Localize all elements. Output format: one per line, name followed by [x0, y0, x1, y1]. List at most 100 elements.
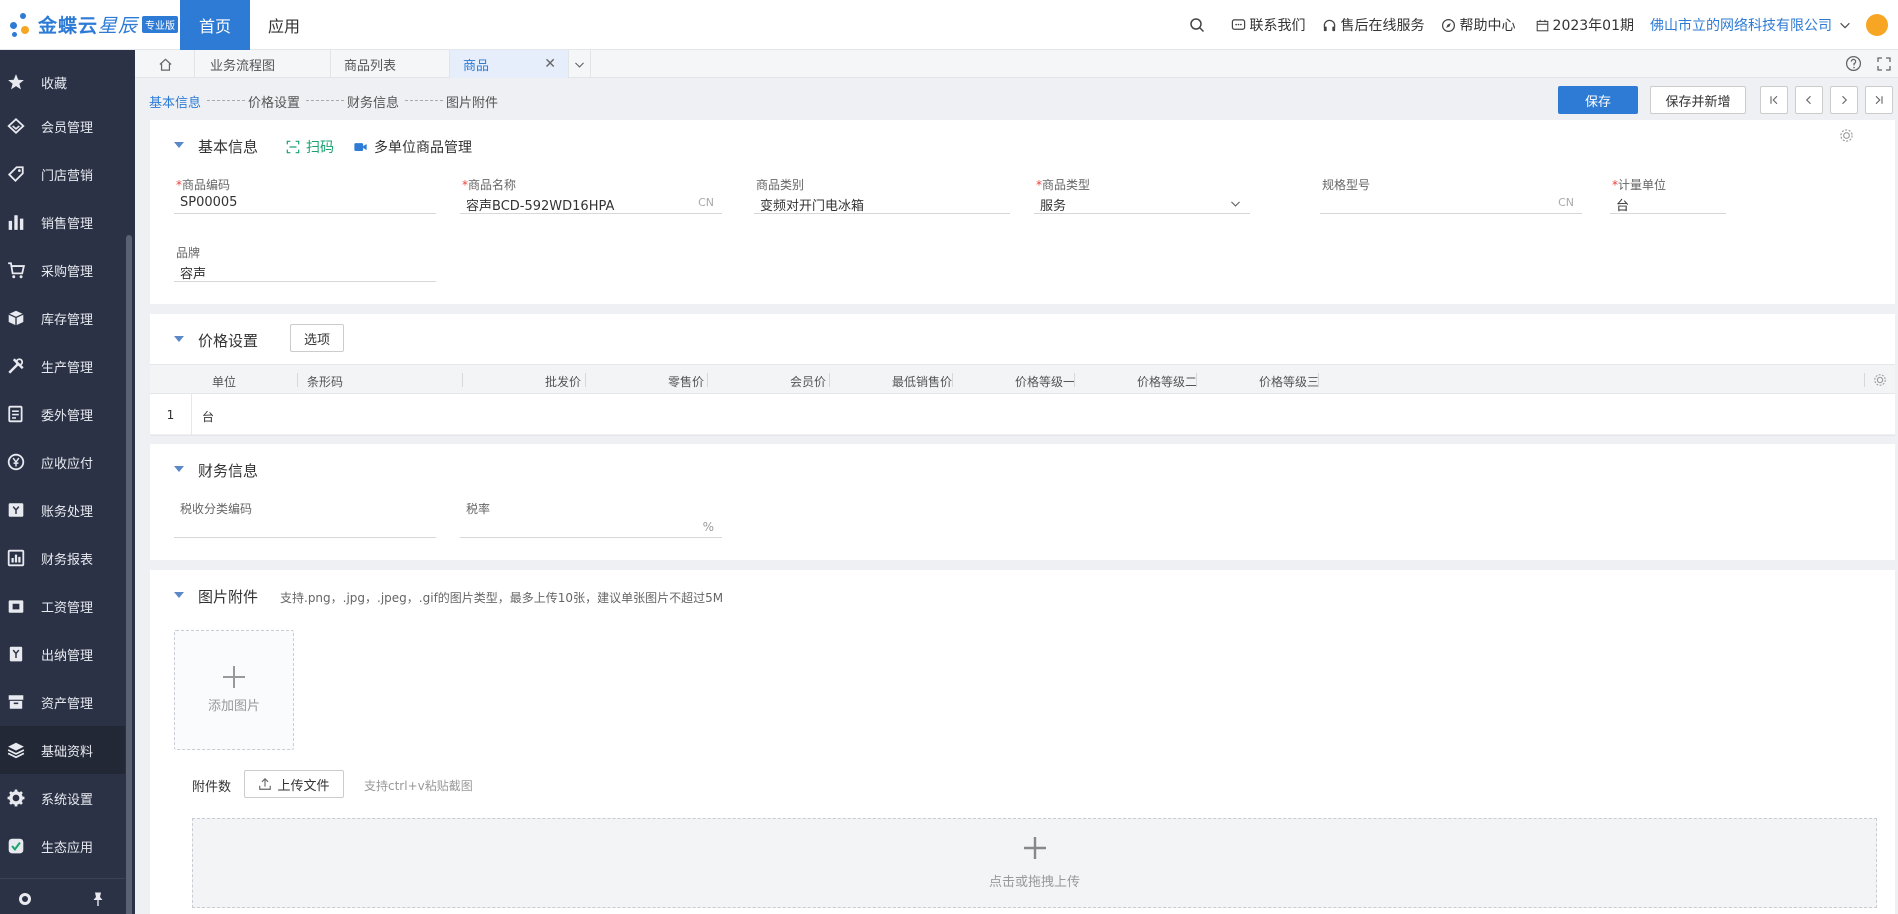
collapse-triangle-icon[interactable]	[174, 592, 184, 598]
sidebar-item-payroll[interactable]: 工资管理	[0, 582, 125, 630]
sidebar-item-master-data[interactable]: 基础资料	[0, 726, 125, 774]
column-divider[interactable]	[585, 373, 586, 387]
tab-home[interactable]	[135, 50, 195, 78]
search-button[interactable]	[1189, 17, 1209, 33]
sidebar-item-ecosystem-apps[interactable]: 生态应用	[0, 822, 125, 870]
nav-app-tab[interactable]: 应用	[250, 0, 318, 50]
sidebar-item-favorites[interactable]: 收藏	[0, 58, 125, 106]
collapse-triangle-icon[interactable]	[174, 466, 184, 472]
contact-us-link[interactable]: 联系我们	[1231, 15, 1306, 35]
close-icon[interactable]: ✕	[544, 56, 556, 72]
upload-file-button[interactable]: 上传文件	[244, 770, 344, 798]
column-header[interactable]: 零售价	[668, 373, 704, 390]
spec-model-field[interactable]: 规格型号 CN	[1320, 176, 1582, 214]
sidebar-item-sales[interactable]: 销售管理	[0, 198, 125, 246]
product-code-field[interactable]: *商品编码 SP00005	[174, 176, 436, 214]
help-center-link[interactable]: 帮助中心	[1441, 15, 1516, 35]
first-record-button[interactable]	[1760, 86, 1788, 114]
column-divider[interactable]	[952, 373, 953, 387]
nav-home-tab[interactable]: 首页	[180, 0, 250, 50]
step-price-settings[interactable]: 价格设置	[248, 92, 300, 111]
tax-rate-field[interactable]: 税率 %	[460, 500, 722, 538]
previous-record-button[interactable]	[1795, 86, 1823, 114]
save-button[interactable]: 保存	[1558, 86, 1638, 114]
product-category-field[interactable]: 商品类别 变频对开门电冰箱	[754, 176, 1010, 214]
column-header[interactable]: 条形码	[307, 373, 343, 390]
gear-icon[interactable]	[1839, 128, 1854, 143]
gear-icon[interactable]	[1873, 373, 1887, 387]
sidebar-item-members[interactable]: 会员管理	[0, 102, 125, 150]
add-image-button[interactable]: 添加图片	[174, 630, 294, 750]
column-divider[interactable]	[1074, 373, 1075, 387]
column-divider[interactable]	[297, 373, 298, 387]
tab-more-dropdown[interactable]	[569, 50, 591, 78]
product-type-select[interactable]: *商品类型 服务	[1034, 176, 1250, 214]
help-icon[interactable]	[1845, 55, 1862, 72]
brand-field[interactable]: 品牌 容声	[174, 244, 436, 282]
column-header[interactable]: 价格等级二	[1137, 373, 1197, 390]
period-selector[interactable]: 2023年01期	[1536, 15, 1634, 35]
sidebar-item-label: 账务处理	[41, 504, 94, 520]
sidebar-item-accounting[interactable]: 账务处理	[0, 486, 125, 534]
sidebar-item-inventory[interactable]: 库存管理	[0, 294, 125, 342]
column-header[interactable]: 价格等级三	[1259, 373, 1319, 390]
column-divider[interactable]	[1196, 373, 1197, 387]
step-image-attachments[interactable]: 图片附件	[446, 92, 498, 111]
column-header[interactable]: 批发价	[545, 373, 581, 390]
language-suffix[interactable]: CN	[1558, 196, 1574, 209]
step-basic-info[interactable]: 基本信息	[149, 92, 201, 111]
unit-field[interactable]: *计量单位 台	[1610, 176, 1726, 214]
company-selector[interactable]: 佛山市立的网络科技有限公司	[1650, 15, 1856, 35]
column-divider[interactable]	[462, 373, 463, 387]
sidebar-item-system-settings[interactable]: 系统设置	[0, 774, 125, 822]
tab-product[interactable]: 商品 ✕	[450, 50, 569, 78]
tax-code-field[interactable]: 税收分类编码	[174, 500, 436, 538]
pin-icon[interactable]	[90, 891, 106, 907]
sidebar-item-assets[interactable]: 资产管理	[0, 678, 125, 726]
tab-product-list[interactable]: 商品列表	[331, 50, 450, 78]
column-divider[interactable]	[707, 373, 708, 387]
sidebar-scrollbar[interactable]	[126, 235, 132, 914]
sidebar-item-production[interactable]: 生产管理	[0, 342, 125, 390]
collapse-triangle-icon[interactable]	[174, 142, 184, 148]
sidebar-item-label: 基础资料	[41, 744, 94, 760]
column-divider[interactable]	[1318, 373, 1319, 387]
user-avatar[interactable]	[1866, 14, 1888, 36]
collapse-triangle-icon[interactable]	[174, 336, 184, 342]
sidebar-item-purchase[interactable]: 采购管理	[0, 246, 125, 294]
tab-business-flow[interactable]: 业务流程图	[195, 50, 331, 78]
save-and-new-button[interactable]: 保存并新增	[1650, 86, 1746, 114]
online-service-link[interactable]: 售后在线服务	[1322, 15, 1425, 35]
bar-chart-icon	[6, 212, 26, 232]
product-name-field[interactable]: *商品名称 容声BCD-592WD16HPA CN	[460, 176, 722, 214]
column-header[interactable]: 价格等级一	[1015, 373, 1075, 390]
sidebar-item-label: 委外管理	[41, 408, 94, 424]
sidebar-item-outsourcing[interactable]: 委外管理	[0, 390, 125, 438]
step-finance-info[interactable]: 财务信息	[347, 92, 399, 111]
options-button[interactable]: 选项	[290, 324, 344, 352]
scan-button[interactable]: 扫码	[286, 137, 334, 157]
add-image-label: 添加图片	[207, 699, 260, 714]
next-record-button[interactable]	[1830, 86, 1858, 114]
sidebar-item-cashier[interactable]: 出纳管理	[0, 630, 125, 678]
member-icon	[6, 116, 26, 136]
fullscreen-icon[interactable]	[1876, 56, 1892, 72]
column-header[interactable]: 最低销售价	[892, 373, 952, 390]
settings-gear-icon[interactable]	[17, 891, 33, 907]
table-row[interactable]: 1 台	[150, 394, 1895, 436]
app-logo[interactable]: 金蝶云星辰 专业版	[8, 6, 178, 42]
column-header[interactable]: 单位	[212, 373, 236, 390]
drop-upload-area[interactable]: 点击或拖拽上传	[192, 818, 1877, 908]
step-connector	[306, 100, 344, 101]
sidebar-item-label: 系统设置	[41, 792, 94, 808]
row-unit-cell[interactable]: 台	[202, 408, 214, 425]
last-record-button[interactable]	[1865, 86, 1893, 114]
column-header[interactable]: 会员价	[790, 373, 826, 390]
sidebar-item-store-marketing[interactable]: 门店营销	[0, 150, 125, 198]
sidebar-item-receivables[interactable]: 应收应付	[0, 438, 125, 486]
multi-unit-button[interactable]: 多单位商品管理	[353, 137, 472, 157]
chevron-left-icon	[1805, 95, 1811, 105]
language-suffix[interactable]: CN	[698, 196, 714, 209]
column-divider[interactable]	[829, 373, 830, 387]
sidebar-item-financial-reports[interactable]: 财务报表	[0, 534, 125, 582]
